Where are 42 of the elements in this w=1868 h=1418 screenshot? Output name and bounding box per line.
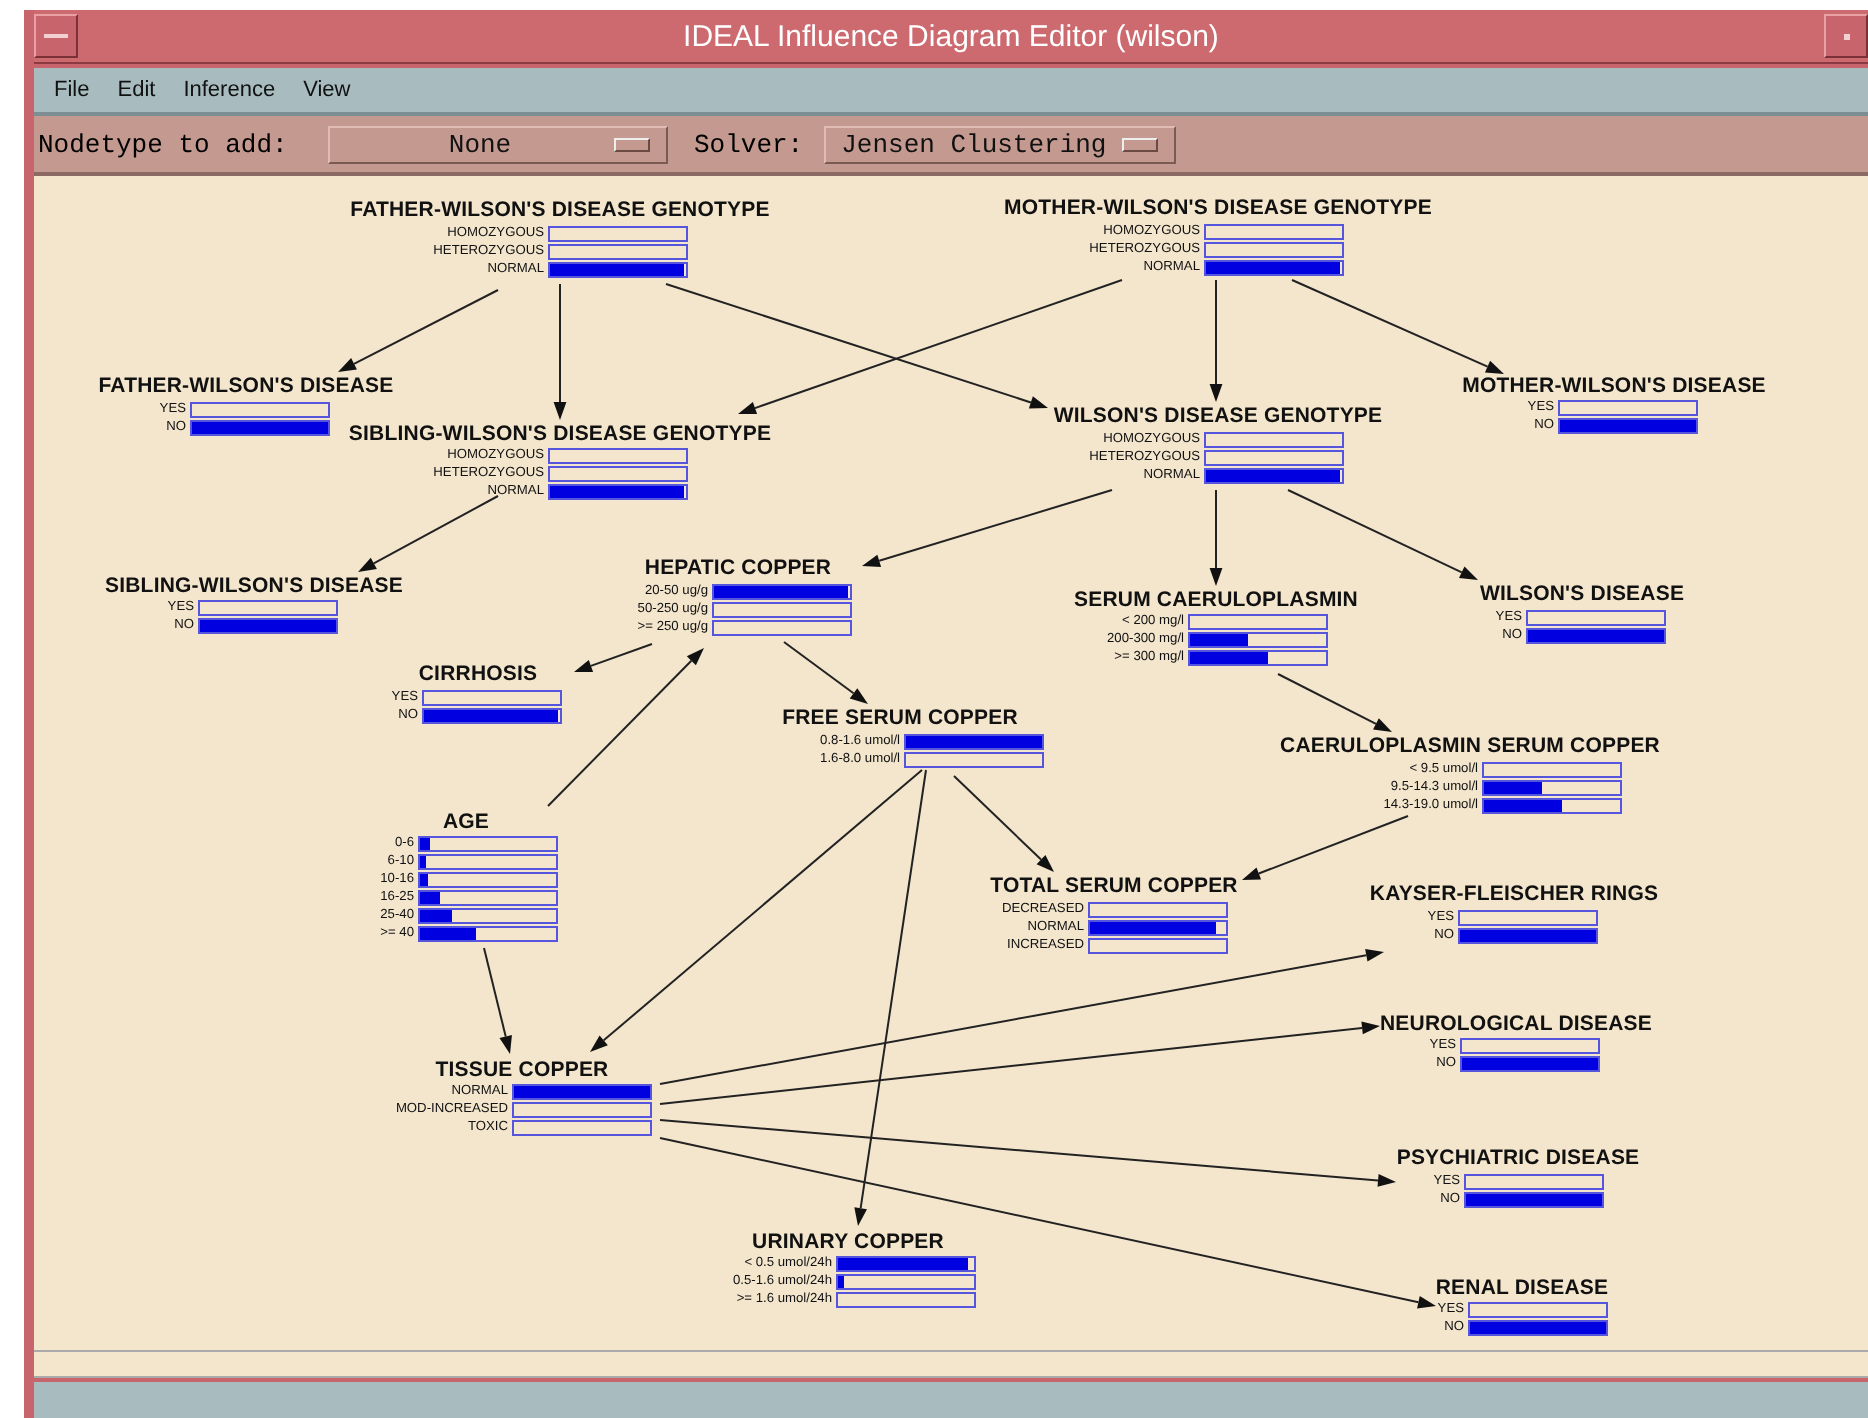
node-title[interactable]: FATHER-WILSON'S DISEASE (98, 374, 394, 398)
node-title[interactable]: PSYCHIATRIC DISEASE (1396, 1146, 1640, 1170)
node-title[interactable]: CAERULOPLASMIN SERUM COPPER (1280, 734, 1660, 758)
arrow (953, 775, 1054, 872)
arrow (1277, 673, 1392, 732)
node-title[interactable]: FREE SERUM COPPER (782, 706, 1018, 730)
window-menu-button[interactable] (34, 14, 78, 58)
arrow (1209, 279, 1223, 402)
arrow (553, 283, 567, 420)
arrow (1209, 489, 1223, 586)
diagram-canvas[interactable] (34, 176, 1868, 1350)
node-title[interactable]: NEUROLOGICAL DISEASE (1380, 1012, 1652, 1036)
menu-item[interactable]: Edit (117, 78, 156, 102)
node-title[interactable]: SIBLING-WILSON'S DISEASE (105, 574, 403, 598)
menu-item[interactable]: Inference (183, 78, 276, 102)
node-title[interactable]: CIRRHOSIS (418, 662, 538, 686)
minus-icon (44, 33, 68, 39)
window-title: IDEAL Influence Diagram Editor (wilson) (681, 19, 1221, 53)
node-title[interactable]: WILSON'S DISEASE (1479, 582, 1685, 606)
node-title[interactable]: AGE (442, 810, 490, 834)
menu-item[interactable]: View (303, 78, 351, 102)
menu-item[interactable]: File (54, 78, 90, 102)
node-title[interactable]: TOTAL SERUM COPPER (990, 874, 1238, 898)
arrow (358, 495, 499, 572)
solver-dropdown[interactable]: Jensen Clustering (823, 125, 1176, 163)
nodetype-dropdown[interactable]: None (328, 125, 668, 163)
node-title[interactable]: HEPATIC COPPER (644, 556, 832, 580)
node-title[interactable]: SERUM CAERULOPLASMIN (1074, 588, 1358, 612)
solver-label: Solver: (694, 129, 804, 159)
node-title[interactable]: SIBLING-WILSON'S DISEASE GENOTYPE (348, 422, 772, 446)
arrow (483, 947, 512, 1054)
window-button[interactable] (1824, 14, 1868, 58)
node-title[interactable]: MOTHER-WILSON'S DISEASE GENOTYPE (1004, 196, 1432, 220)
nodetype-label: Nodetype to add: (38, 129, 290, 159)
node-title[interactable]: KAYSER-FLEISCHER RINGS (1369, 882, 1659, 906)
node-title[interactable]: FATHER-WILSON'S DISEASE GENOTYPE (350, 198, 770, 222)
arrow (783, 641, 868, 704)
node-title[interactable]: WILSON'S DISEASE GENOTYPE (1053, 404, 1383, 428)
node-title[interactable]: TISSUE COPPER (435, 1058, 609, 1082)
node-title[interactable]: MOTHER-WILSON'S DISEASE (1462, 374, 1766, 398)
node-title[interactable]: URINARY COPPER (752, 1230, 944, 1254)
node-title[interactable]: RENAL DISEASE (1435, 1276, 1609, 1300)
